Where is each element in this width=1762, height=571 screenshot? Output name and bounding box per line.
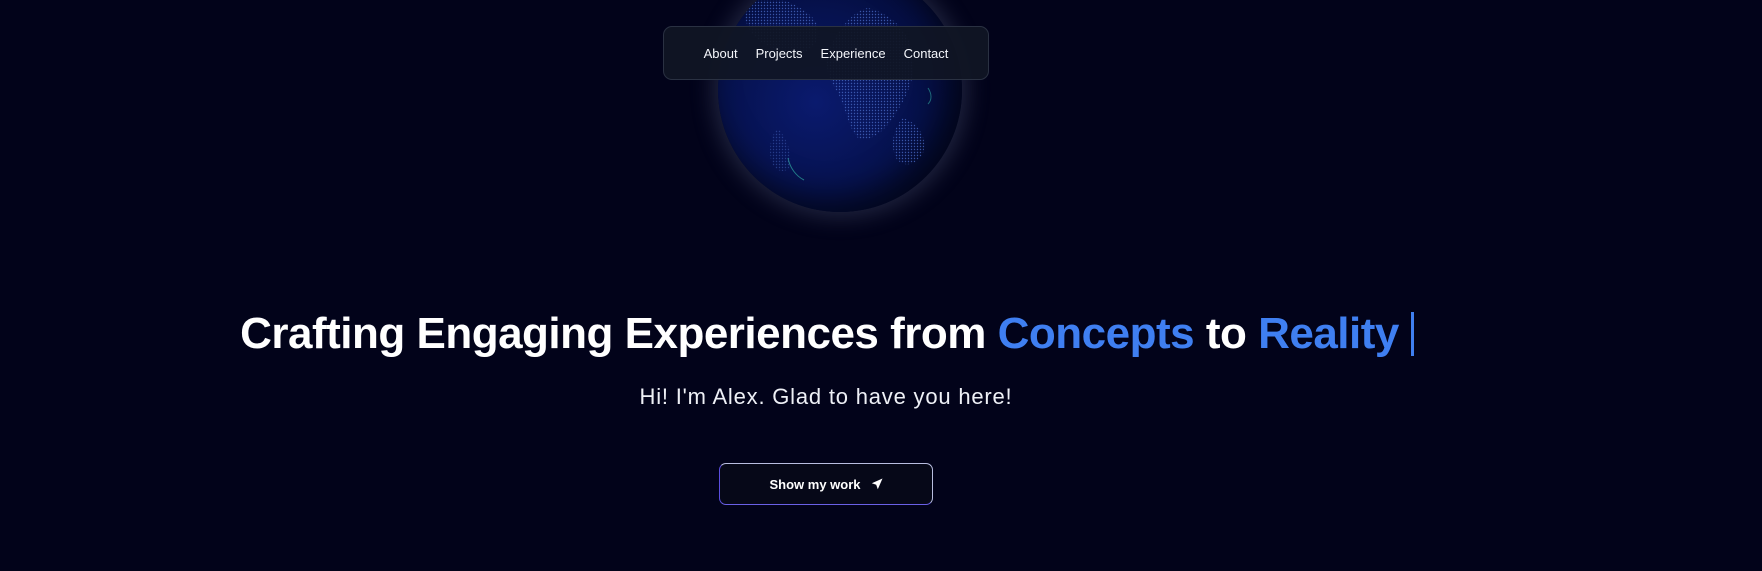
headline-accent-reality: Reality — [1258, 309, 1399, 358]
show-my-work-button[interactable]: Show my work — [719, 463, 933, 505]
nav-contact-link[interactable]: Contact — [904, 46, 949, 61]
typing-cursor — [1410, 312, 1414, 356]
send-icon — [871, 478, 883, 490]
nav-experience-link[interactable]: Experience — [821, 46, 886, 61]
hero-headline-text: Crafting Engaging Experiences from Conce… — [240, 309, 1414, 358]
hero-headline: Crafting Engaging Experiences from Conce… — [0, 306, 1762, 362]
hero-subtitle: Hi! I'm Alex. Glad to have you here! — [639, 384, 1013, 409]
headline-part-2: to — [1194, 309, 1259, 358]
page: About Projects Experience Contact Crafti… — [0, 0, 1762, 571]
headline-accent-concepts: Concepts — [997, 309, 1195, 358]
nav-projects-link[interactable]: Projects — [756, 46, 803, 61]
nav-about-link[interactable]: About — [704, 46, 738, 61]
headline-part-1: Crafting Engaging Experiences from — [240, 309, 998, 358]
top-navigation: About Projects Experience Contact — [663, 26, 989, 80]
show-my-work-label: Show my work — [769, 476, 861, 492]
